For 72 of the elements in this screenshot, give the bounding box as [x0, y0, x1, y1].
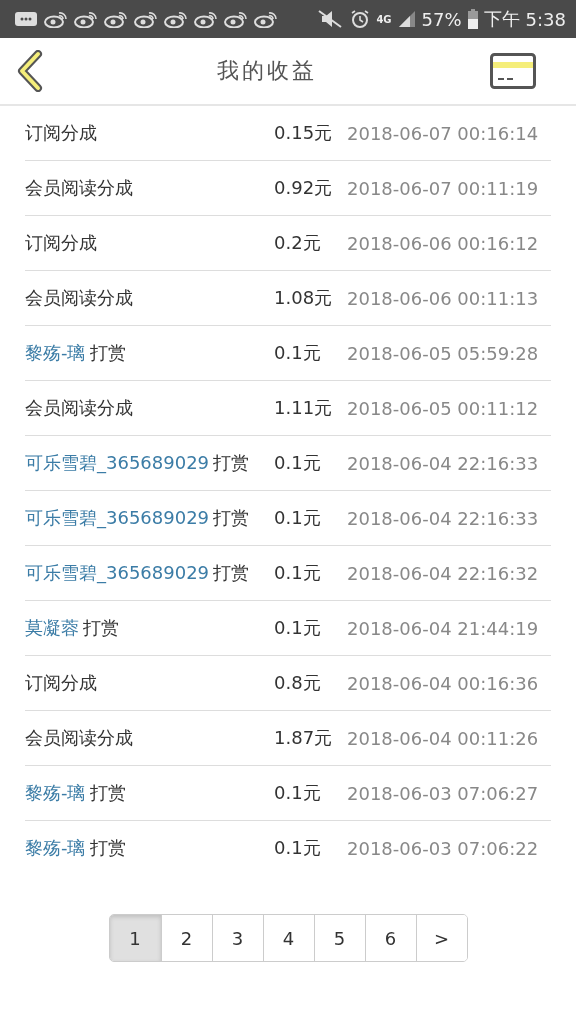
- reward-label: 打赏: [89, 781, 126, 805]
- timestamp: 2018-06-04 22:16:33: [347, 507, 539, 529]
- reward-label: 打赏: [89, 836, 126, 860]
- amount: 1.11元: [274, 396, 334, 420]
- back-button[interactable]: [16, 50, 44, 92]
- battery-icon: [467, 9, 478, 29]
- amount: 0.15元: [274, 121, 334, 145]
- amount: 0.1元: [274, 451, 322, 475]
- message-icon: [14, 11, 38, 27]
- page-button[interactable]: >: [415, 915, 467, 961]
- notification-icon: [74, 10, 98, 28]
- income-type: 会员阅读分成: [25, 176, 133, 200]
- amount: 0.1元: [274, 781, 322, 805]
- amount: 0.92元: [274, 176, 334, 200]
- back-icon: [16, 50, 44, 92]
- notification-icon: [134, 10, 158, 28]
- notification-icon: [44, 10, 68, 28]
- timestamp: 2018-06-04 00:16:36: [347, 672, 539, 694]
- reward-label: 打赏: [89, 341, 126, 365]
- notification-icon: [254, 10, 278, 28]
- amount: 0.1元: [274, 561, 322, 585]
- timestamp: 2018-06-04 21:44:19: [347, 617, 539, 639]
- income-type: 订阅分成: [25, 231, 97, 255]
- network-label: 4G: [376, 13, 392, 25]
- amount: 1.87元: [274, 726, 334, 750]
- page-title: 我的收益: [217, 57, 317, 85]
- user-link[interactable]: 黎殇-璃: [25, 781, 86, 805]
- user-link[interactable]: 黎殇-璃: [25, 836, 86, 860]
- income-type: 订阅分成: [25, 121, 97, 145]
- amount: 0.1元: [274, 616, 322, 640]
- page-button[interactable]: 1: [109, 915, 161, 961]
- timestamp: 2018-06-06 00:11:13: [347, 287, 539, 309]
- clock-time: 5:38: [525, 8, 566, 30]
- timestamp: 2018-06-06 00:16:12: [347, 232, 539, 254]
- battery-percent: 57%: [421, 8, 462, 30]
- user-link[interactable]: 可乐雪碧_365689029: [25, 451, 210, 475]
- signal-icon: [397, 10, 416, 28]
- reward-label: 打赏: [213, 506, 250, 530]
- user-link[interactable]: 莫凝蓉: [25, 616, 79, 640]
- notification-icon: [164, 10, 188, 28]
- user-link[interactable]: 可乐雪碧_365689029: [25, 561, 210, 585]
- reward-label: 打赏: [213, 451, 250, 475]
- amount: 0.1元: [274, 836, 322, 860]
- card-icon: [490, 53, 536, 89]
- notification-icon: [194, 10, 218, 28]
- timestamp: 2018-06-03 07:06:27: [347, 782, 539, 804]
- notification-icon: [104, 10, 128, 28]
- timestamp: 2018-06-05 05:59:28: [347, 342, 539, 364]
- reward-label: 打赏: [213, 561, 250, 585]
- timestamp: 2018-06-07 00:16:14: [347, 122, 539, 144]
- income-type: 会员阅读分成: [25, 396, 133, 420]
- notification-icon: [224, 10, 248, 28]
- amount: 0.1元: [274, 341, 322, 365]
- timestamp: 2018-06-05 00:11:12: [347, 397, 539, 419]
- timestamp: 2018-06-04 00:11:26: [347, 727, 539, 749]
- timestamp: 2018-06-04 22:16:33: [347, 452, 539, 474]
- amount: 1.08元: [274, 286, 334, 310]
- user-link[interactable]: 可乐雪碧_365689029: [25, 506, 210, 530]
- income-type: 会员阅读分成: [25, 286, 133, 310]
- income-type: 会员阅读分成: [25, 726, 133, 750]
- timestamp: 2018-06-07 00:11:19: [347, 177, 539, 199]
- timestamp: 2018-06-04 22:16:32: [347, 562, 539, 584]
- reward-label: 打赏: [83, 616, 119, 640]
- user-link[interactable]: 黎殇-璃: [25, 341, 86, 365]
- amount: 0.2元: [274, 231, 322, 255]
- timestamp: 2018-06-03 07:06:22: [347, 837, 539, 859]
- time-period: 下午: [483, 7, 520, 31]
- income-type: 订阅分成: [25, 671, 97, 695]
- amount: 0.1元: [274, 506, 322, 530]
- amount: 0.8元: [274, 671, 322, 695]
- card-button[interactable]: [490, 53, 536, 89]
- alarm-icon: [350, 9, 371, 29]
